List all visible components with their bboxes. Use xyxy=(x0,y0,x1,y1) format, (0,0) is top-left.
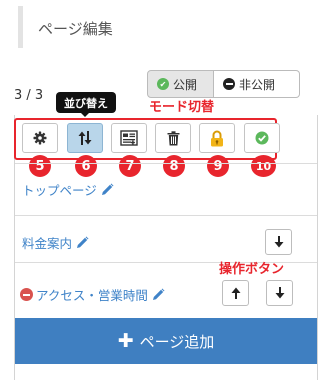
move-up-button[interactable] xyxy=(222,280,249,306)
page-title-link[interactable]: 料金案内 xyxy=(22,233,72,252)
page-title-link[interactable]: トップページ xyxy=(22,180,97,199)
add-section-tool-button[interactable] xyxy=(111,123,147,153)
badge-8: 8 xyxy=(163,155,185,177)
private-button[interactable]: 非公開 xyxy=(214,70,300,98)
mode-switch-annotation: モード切替 xyxy=(149,100,215,115)
delete-tool-button[interactable] xyxy=(155,123,191,153)
publish-tool-button[interactable] xyxy=(244,123,280,153)
page-count: 3 / 3 xyxy=(14,88,44,103)
operation-buttons-annotation: 操作ボタン xyxy=(219,262,285,277)
arrow-down-icon xyxy=(275,287,284,299)
settings-tool-button[interactable] xyxy=(22,123,58,153)
sort-tool-button[interactable] xyxy=(67,123,103,153)
lock-tool-button[interactable] xyxy=(199,123,235,153)
add-page-label: ページ追加 xyxy=(139,332,215,351)
page-item-pricing[interactable]: 料金案内 xyxy=(22,233,89,252)
public-label: 公開 xyxy=(173,77,198,92)
badge-6: 6 xyxy=(75,155,97,177)
row-divider xyxy=(15,163,317,164)
pencil-icon[interactable] xyxy=(152,288,165,301)
tooltip: 並び替え xyxy=(56,92,116,113)
add-page-button[interactable]: ✚ ページ追加 xyxy=(15,318,317,364)
sort-arrows-icon xyxy=(78,131,92,145)
page-title: ページ編集 xyxy=(38,20,113,38)
move-down-button[interactable] xyxy=(265,229,292,255)
row-divider xyxy=(15,215,317,216)
lock-icon xyxy=(211,130,223,146)
check-circle-icon xyxy=(255,131,269,145)
plus-icon: ✚ xyxy=(117,330,134,352)
badge-10: 10 xyxy=(251,155,276,177)
publish-toggle-group: ✔ 公開 非公開 xyxy=(147,70,300,98)
badge-7: 7 xyxy=(119,155,141,177)
pencil-icon[interactable] xyxy=(101,183,114,196)
public-button[interactable]: ✔ 公開 xyxy=(147,70,214,98)
private-label: 非公開 xyxy=(239,77,276,92)
tooltip-arrow xyxy=(80,112,90,117)
gear-icon xyxy=(33,131,47,145)
arrow-down-icon xyxy=(274,236,283,248)
move-down-button[interactable] xyxy=(266,280,293,306)
header-accent-bar xyxy=(18,6,23,48)
badge-5: 5 xyxy=(29,155,51,177)
minus-circle-icon xyxy=(223,78,235,90)
page-title-link[interactable]: アクセス・営業時間 xyxy=(36,285,148,304)
page-item-access[interactable]: アクセス・営業時間 xyxy=(20,285,165,304)
badge-9: 9 xyxy=(207,155,229,177)
trash-icon xyxy=(167,130,179,145)
pencil-icon[interactable] xyxy=(76,236,89,249)
check-circle-icon: ✔ xyxy=(157,78,169,90)
layout-add-icon xyxy=(120,130,138,146)
page-item-top[interactable]: トップページ xyxy=(22,180,114,199)
arrow-up-icon xyxy=(231,287,240,299)
hidden-minus-icon xyxy=(20,288,33,301)
